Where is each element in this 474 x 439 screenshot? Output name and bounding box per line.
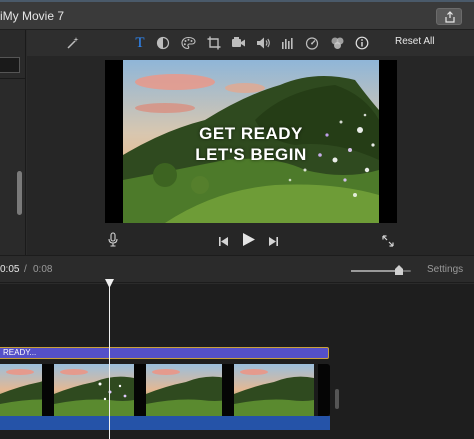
zoom-slider-fill — [351, 270, 399, 272]
stabilization-icon[interactable] — [229, 34, 247, 52]
timeline-settings-button[interactable]: Settings — [427, 264, 463, 275]
window-title: iMy Movie 7 — [0, 9, 65, 23]
fullscreen-icon[interactable] — [382, 234, 394, 252]
browser-search-field[interactable] — [0, 57, 20, 73]
timecode-current: 0:05 — [0, 264, 20, 275]
reset-all-button[interactable]: Reset All — [395, 36, 434, 47]
video-clip[interactable] — [0, 364, 330, 416]
color-balance-icon[interactable] — [154, 34, 172, 52]
browser-divider — [0, 78, 26, 79]
volume-icon[interactable] — [254, 34, 272, 52]
share-button[interactable] — [436, 8, 462, 25]
title-overlay: GET READY LET'S BEGIN — [105, 123, 397, 165]
viewer-panel: GET READY LET'S BEGIN — [27, 56, 474, 255]
timeline-area: READY... — [0, 284, 474, 439]
window-titlebar: iMy Movie 7 — [0, 0, 474, 30]
clip-filter-icon[interactable] — [328, 34, 346, 52]
zoom-slider-knob[interactable] — [395, 265, 403, 275]
media-browser-panel — [0, 30, 26, 255]
title-overlay-line-2: LET'S BEGIN — [195, 145, 307, 164]
title-clip-label: READY... — [3, 348, 37, 357]
share-icon — [445, 11, 455, 23]
info-icon[interactable] — [353, 34, 371, 52]
video-preview[interactable]: GET READY LET'S BEGIN — [105, 60, 397, 223]
skip-forward-icon[interactable] — [268, 234, 279, 252]
voiceover-mic-icon[interactable] — [108, 232, 118, 252]
timeline-header: 0:05 / 0:08 Settings — [0, 255, 474, 283]
clip-trim-handle[interactable] — [335, 389, 339, 409]
title-overlay-line-1: GET READY — [199, 124, 303, 143]
play-icon[interactable] — [242, 232, 256, 252]
color-palette-icon[interactable] — [179, 34, 197, 52]
timecode-separator: / — [24, 264, 27, 275]
speed-icon[interactable] — [303, 34, 321, 52]
crop-icon[interactable] — [205, 34, 223, 52]
timecode-total: 0:08 — [33, 264, 53, 275]
playhead-line[interactable] — [109, 283, 110, 439]
title-clip[interactable]: READY... — [0, 347, 329, 359]
browser-scrollbar[interactable] — [17, 171, 22, 215]
skip-back-icon[interactable] — [218, 234, 229, 252]
window-top-strip — [0, 0, 474, 2]
equalizer-icon[interactable] — [279, 34, 297, 52]
audio-waveform-bar[interactable] — [0, 416, 330, 430]
video-clip-filmstrip — [0, 364, 330, 416]
title-text-icon[interactable]: T — [131, 34, 149, 52]
magic-wand-icon[interactable] — [64, 34, 82, 52]
adjustments-toolbar: T Reset All — [27, 30, 474, 56]
